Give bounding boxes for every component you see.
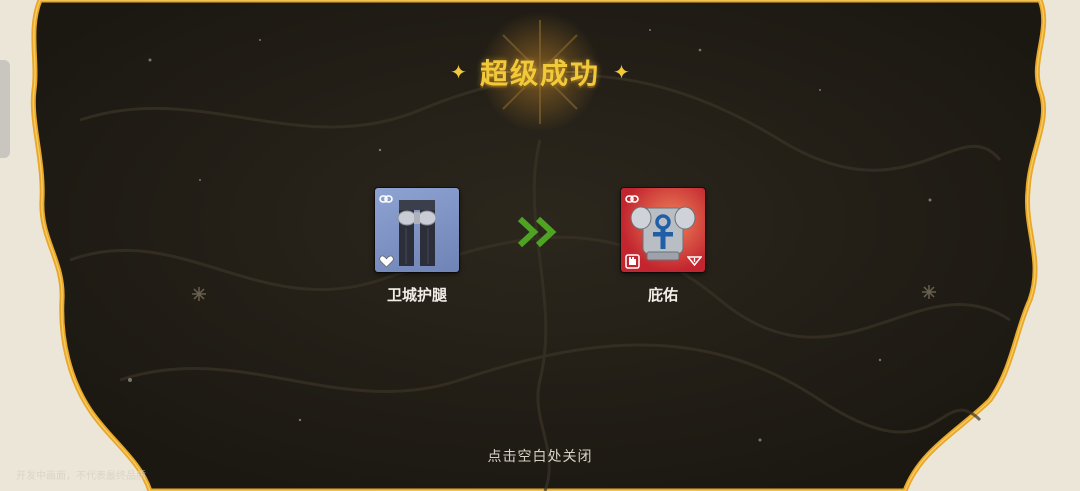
source-item-name: 卫城护腿 xyxy=(386,286,447,304)
heart-badge-icon xyxy=(378,253,394,269)
close-hint[interactable]: 点击空白处关闭 xyxy=(0,446,1080,466)
source-item-card[interactable] xyxy=(375,188,459,272)
double-chevron-right-icon xyxy=(517,216,562,248)
rank-badge-icon xyxy=(686,253,702,269)
target-item-card[interactable] xyxy=(621,188,705,272)
result-title: 超级成功 xyxy=(479,57,600,90)
sparkle-left-icon: ✦ xyxy=(450,60,467,84)
sparkle-right-icon: ✦ xyxy=(613,60,630,84)
target-item[interactable]: 庇佑 xyxy=(603,188,723,305)
source-item[interactable]: 卫城护腿 xyxy=(357,188,477,305)
fist-badge-icon xyxy=(624,253,640,269)
dev-watermark: 开发中画面，不代表最终品质 xyxy=(16,471,146,482)
target-item-name: 庇佑 xyxy=(647,286,678,304)
link-badge-icon xyxy=(378,191,394,207)
result-popup[interactable]: ✦ 超级成功 ✦ 卫城护腿 庇佑 点击空白处关闭 开发中画面，不代表最终品质 xyxy=(0,0,1080,491)
result-title-bar: ✦ 超级成功 ✦ xyxy=(0,52,1080,92)
link-badge-icon xyxy=(624,191,640,207)
